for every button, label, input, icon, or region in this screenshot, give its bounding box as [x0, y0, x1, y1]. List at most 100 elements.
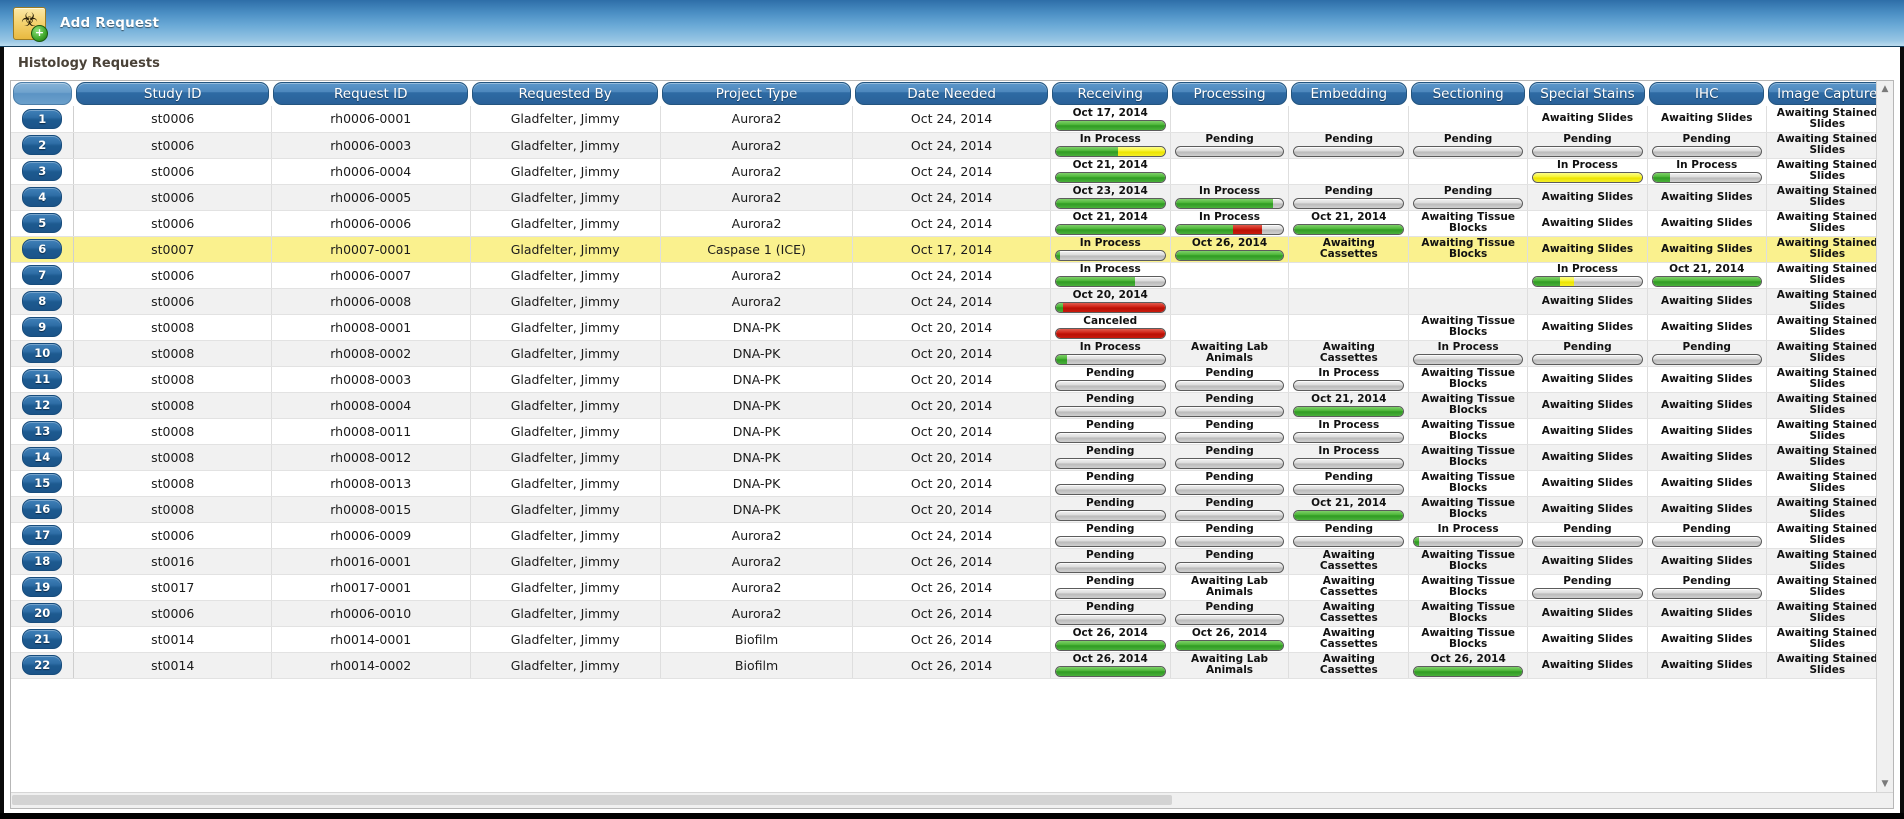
cell-sectioning[interactable]: Awaiting Tissue Blocks [1408, 548, 1528, 575]
cell-request_id[interactable]: rh0014-0001 [271, 626, 471, 653]
cell-ihc[interactable]: Awaiting Slides [1647, 184, 1767, 211]
table-row[interactable]: 19 st0017 rh0017-0001 Gladfelter, Jimmy Auro… [11, 574, 1890, 601]
cell-project_type[interactable]: DNA-PK [660, 418, 854, 445]
cell-image_capture[interactable]: Awaiting Stained Slides [1766, 340, 1890, 367]
cell-processing[interactable]: In Process [1170, 210, 1290, 237]
table-row[interactable]: 16 st0008 rh0008-0015 Gladfelter, Jimmy DNA-… [11, 496, 1890, 523]
cell-receiving[interactable]: In Process [1050, 262, 1171, 289]
cell-special_stains[interactable]: In Process [1527, 158, 1648, 185]
cell-receiving[interactable]: Oct 21, 2014 [1050, 158, 1171, 185]
cell-receiving[interactable]: Pending [1050, 548, 1171, 575]
cell-processing[interactable]: Pending [1170, 522, 1290, 549]
cell-date_needed[interactable]: Oct 26, 2014 [852, 574, 1051, 601]
column-header-request_id[interactable]: Request ID [271, 81, 471, 106]
cell-receiving[interactable]: Pending [1050, 418, 1171, 445]
cell-embedding[interactable]: Awaiting Cassettes [1288, 652, 1410, 679]
cell-processing[interactable]: Pending [1170, 132, 1290, 159]
cell-embedding[interactable]: Awaiting Cassettes [1288, 574, 1410, 601]
cell-sectioning[interactable] [1408, 158, 1528, 185]
cell-row-number[interactable]: 10 [11, 340, 75, 367]
cell-row-number[interactable]: 14 [11, 444, 75, 471]
table-row[interactable]: 3 st0006 rh0006-0004 Gladfelter, Jimmy Auror… [11, 158, 1890, 185]
cell-date_needed[interactable]: Oct 24, 2014 [852, 158, 1051, 185]
cell-request_id[interactable]: rh0006-0009 [271, 522, 471, 549]
cell-receiving[interactable]: In Process [1050, 236, 1171, 263]
cell-sectioning[interactable]: Oct 26, 2014 [1408, 652, 1528, 679]
cell-project_type[interactable]: Aurora2 [660, 210, 854, 237]
cell-study_id[interactable]: st0007 [73, 236, 272, 263]
cell-special_stains[interactable]: Awaiting Slides [1527, 496, 1648, 523]
column-header-project_type[interactable]: Project Type [660, 81, 853, 106]
cell-embedding[interactable]: Awaiting Cassettes [1288, 548, 1410, 575]
cell-date_needed[interactable]: Oct 24, 2014 [852, 184, 1051, 211]
cell-study_id[interactable]: st0008 [73, 392, 272, 419]
cell-embedding[interactable]: Awaiting Cassettes [1288, 236, 1410, 263]
table-row[interactable]: 12 st0008 rh0008-0004 Gladfelter, Jimmy DNA-… [11, 392, 1890, 419]
cell-request_id[interactable]: rh0006-0008 [271, 288, 471, 315]
cell-project_type[interactable]: Biofilm [660, 652, 854, 679]
cell-special_stains[interactable]: Pending [1527, 574, 1648, 601]
cell-requested_by[interactable]: Gladfelter, Jimmy [470, 158, 661, 185]
cell-ihc[interactable]: Pending [1647, 522, 1767, 549]
cell-special_stains[interactable]: Awaiting Slides [1527, 236, 1648, 263]
cell-ihc[interactable]: Awaiting Slides [1647, 236, 1767, 263]
column-header-receiving[interactable]: Receiving [1050, 81, 1171, 106]
cell-special_stains[interactable]: Awaiting Slides [1527, 106, 1648, 133]
cell-processing[interactable] [1170, 288, 1290, 315]
cell-embedding[interactable]: In Process [1288, 366, 1410, 393]
cell-project_type[interactable]: DNA-PK [660, 314, 854, 341]
scroll-down-arrow-icon[interactable]: ▼ [1877, 776, 1893, 792]
cell-request_id[interactable]: rh0008-0003 [271, 366, 471, 393]
cell-date_needed[interactable]: Oct 26, 2014 [852, 652, 1051, 679]
cell-sectioning[interactable]: Awaiting Tissue Blocks [1408, 418, 1528, 445]
cell-request_id[interactable]: rh0008-0002 [271, 340, 471, 367]
cell-date_needed[interactable]: Oct 26, 2014 [852, 600, 1051, 627]
cell-ihc[interactable]: Awaiting Slides [1647, 288, 1767, 315]
horizontal-scrollbar[interactable] [11, 792, 1893, 808]
cell-request_id[interactable]: rh0006-0010 [271, 600, 471, 627]
cell-row-number[interactable]: 17 [11, 522, 75, 549]
table-row[interactable]: 7 st0006 rh0006-0007 Gladfelter, Jimmy Auror… [11, 262, 1890, 289]
cell-embedding[interactable]: Pending [1288, 184, 1410, 211]
cell-study_id[interactable]: st0008 [73, 444, 272, 471]
cell-row-number[interactable]: 12 [11, 392, 75, 419]
table-row[interactable]: 15 st0008 rh0008-0013 Gladfelter, Jimmy DNA-… [11, 470, 1890, 497]
cell-receiving[interactable]: Pending [1050, 600, 1171, 627]
cell-special_stains[interactable]: Awaiting Slides [1527, 652, 1648, 679]
cell-study_id[interactable]: st0014 [73, 652, 272, 679]
cell-processing[interactable]: Pending [1170, 548, 1290, 575]
cell-embedding[interactable] [1288, 314, 1410, 341]
cell-processing[interactable] [1170, 314, 1290, 341]
cell-sectioning[interactable]: Awaiting Tissue Blocks [1408, 626, 1528, 653]
table-row[interactable]: 6 st0007 rh0007-0001 Gladfelter, Jimmy Caspa… [11, 236, 1890, 263]
cell-request_id[interactable]: rh0014-0002 [271, 652, 471, 679]
cell-embedding[interactable]: Oct 21, 2014 [1288, 210, 1410, 237]
cell-ihc[interactable]: Oct 21, 2014 [1647, 262, 1767, 289]
cell-ihc[interactable]: Awaiting Slides [1647, 496, 1767, 523]
cell-study_id[interactable]: st0017 [73, 574, 272, 601]
cell-embedding[interactable]: Awaiting Cassettes [1288, 600, 1410, 627]
cell-processing[interactable]: Pending [1170, 366, 1290, 393]
cell-sectioning[interactable]: In Process [1408, 340, 1528, 367]
cell-embedding[interactable]: Oct 21, 2014 [1288, 496, 1410, 523]
cell-processing[interactable] [1170, 106, 1290, 133]
cell-special_stains[interactable]: Pending [1527, 340, 1648, 367]
cell-study_id[interactable]: st0006 [73, 288, 272, 315]
table-row[interactable]: 14 st0008 rh0008-0012 Gladfelter, Jimmy DNA-… [11, 444, 1890, 471]
cell-date_needed[interactable]: Oct 24, 2014 [852, 106, 1051, 133]
cell-embedding[interactable]: In Process [1288, 418, 1410, 445]
cell-image_capture[interactable]: Awaiting Stained Slides [1766, 132, 1890, 159]
cell-row-number[interactable]: 9 [11, 314, 75, 341]
cell-request_id[interactable]: rh0006-0004 [271, 158, 471, 185]
cell-embedding[interactable]: Pending [1288, 470, 1410, 497]
cell-request_id[interactable]: rh0006-0005 [271, 184, 471, 211]
cell-row-number[interactable]: 15 [11, 470, 75, 497]
cell-study_id[interactable]: st0014 [73, 626, 272, 653]
cell-request_id[interactable]: rh0007-0001 [271, 236, 471, 263]
cell-image_capture[interactable]: Awaiting Stained Slides [1766, 496, 1890, 523]
cell-request_id[interactable]: rh0008-0011 [271, 418, 471, 445]
cell-receiving[interactable]: Pending [1050, 470, 1171, 497]
cell-project_type[interactable]: Aurora2 [660, 288, 854, 315]
cell-row-number[interactable]: 19 [11, 574, 75, 601]
cell-special_stains[interactable]: In Process [1527, 262, 1648, 289]
